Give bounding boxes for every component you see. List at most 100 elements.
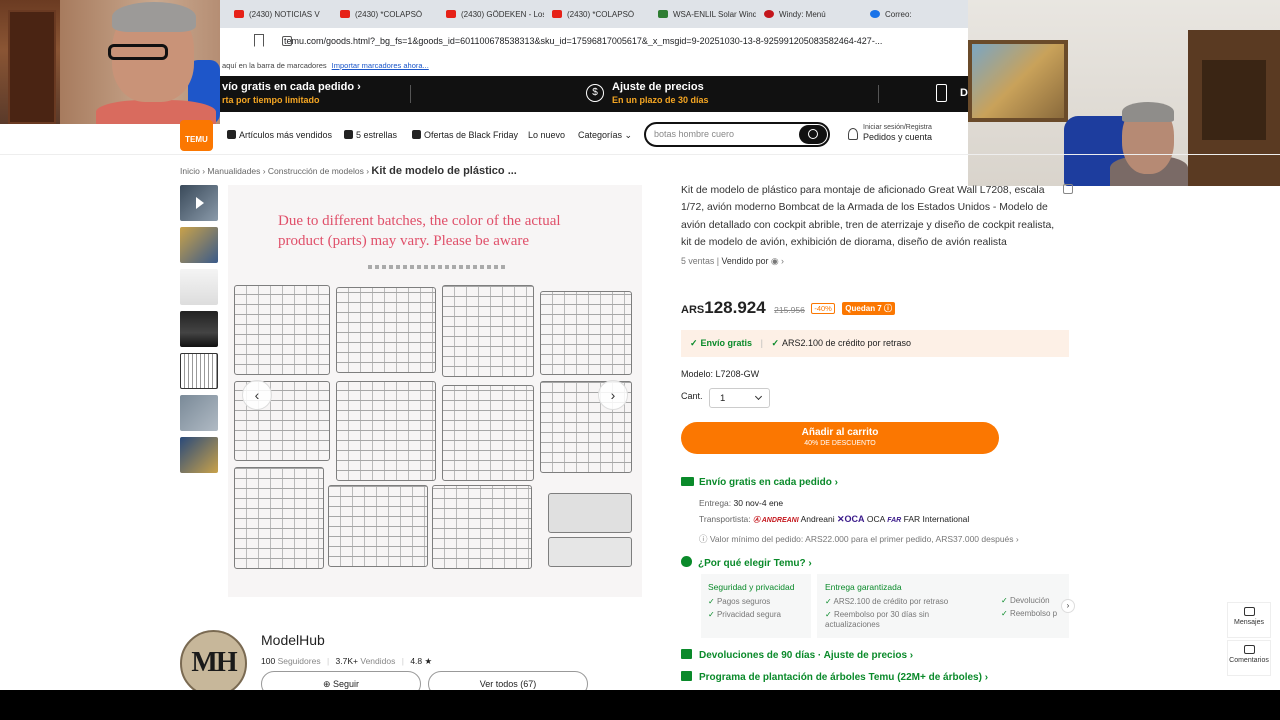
- sprue-sheet: [540, 291, 632, 375]
- browser-tab[interactable]: Windy: Menú: [758, 10, 862, 19]
- chat-icon: [1243, 607, 1255, 616]
- search-input[interactable]: botas hombre cuero: [654, 129, 734, 139]
- browser-tab[interactable]: Correo:: [864, 10, 968, 19]
- bookmarks-bar: aquí en la barra de marcadores Importar …: [220, 54, 968, 76]
- seller-rating: 4.8 ★: [410, 656, 433, 666]
- phone-icon: [936, 84, 947, 102]
- delivery-column: Entrega garantizada ARS2.100 de crédito …: [825, 582, 948, 629]
- why-temu-link[interactable]: ¿Por qué elegir Temu? ›: [681, 556, 812, 569]
- nav-categories[interactable]: Categorías ⌄: [578, 130, 632, 141]
- nav-five-stars[interactable]: 5 estrellas: [344, 130, 397, 140]
- seller-name[interactable]: ModelHub: [261, 632, 325, 648]
- model-label: Modelo: L7208-GW: [681, 369, 760, 379]
- divider: [410, 85, 411, 103]
- youtube-icon: [446, 10, 456, 18]
- thumbnail-selected[interactable]: [180, 353, 218, 389]
- info-icon: ⓘ: [883, 304, 892, 313]
- sprue-sheet: [336, 287, 436, 373]
- promo-app[interactable]: D: [960, 87, 968, 99]
- divider: [878, 85, 879, 103]
- search-box[interactable]: botas hombre cuero: [644, 122, 830, 147]
- decal-sheet: [548, 493, 632, 533]
- min-order-note[interactable]: ⓘ Valor mínimo del pedido: ARS22.000 par…: [699, 533, 1019, 545]
- breadcrumb-models[interactable]: Construcción de modelos: [268, 166, 364, 176]
- seller-link[interactable]: Vendido por: [721, 256, 768, 266]
- edit-icon: [1243, 645, 1255, 654]
- thumbs-up-icon: [227, 130, 236, 139]
- temu-logo[interactable]: TEMU: [180, 120, 213, 151]
- security-column: Seguridad y privacidad Pagos seguros Pri…: [708, 582, 794, 623]
- browser-tab[interactable]: (2430) *COLAPSÓ: [546, 10, 650, 19]
- prev-image-button[interactable]: ‹: [242, 380, 272, 410]
- trees-program-link[interactable]: Programa de plantación de árboles Temu (…: [681, 671, 988, 683]
- address-bar: temu.com/goods.html?_bg_fs=1&goods_id=60…: [220, 28, 968, 54]
- next-image-button[interactable]: ›: [598, 380, 628, 410]
- account-menu[interactable]: Iniciar sesión/Registra Pedidos y cuenta: [846, 124, 932, 142]
- price: 128.924: [704, 298, 766, 317]
- seller-avatar-icon: ◉ ›: [770, 255, 784, 266]
- browser-tab-bar: (2430) NOTICIAS V (2430) *COLAPSÓ (2430)…: [220, 0, 968, 28]
- messages-widget[interactable]: Mensajes: [1227, 602, 1271, 638]
- webcam-right: [968, 0, 1280, 186]
- screen-bottom-bar: [0, 690, 1280, 720]
- nav-black-friday[interactable]: Ofertas de Black Friday: [412, 130, 518, 140]
- thumbnail[interactable]: [180, 395, 218, 431]
- andreani-logo: Ⓐ ANDREANI: [753, 517, 799, 524]
- seller-stats: 100 Seguidores | 3.7K+ Vendidos | 4.8 ★: [261, 656, 433, 666]
- windy-icon: [764, 10, 774, 18]
- product-title: Kit de modelo de plástico para montaje d…: [681, 185, 1055, 249]
- screen: (2430) NOTICIAS V (2430) *COLAPSÓ (2430)…: [0, 0, 1280, 720]
- breadcrumb-current: Kit de modelo de plástico ...: [371, 165, 517, 177]
- divider: [0, 154, 1280, 155]
- outlook-icon: [870, 10, 880, 18]
- main-product-image[interactable]: Due to different batches, the color of t…: [228, 185, 642, 597]
- seller-avatar[interactable]: MH: [180, 630, 247, 697]
- sprue-sheet: [432, 485, 532, 569]
- free-shipping-link[interactable]: Envío gratis en cada pedido ›: [681, 477, 838, 488]
- nav-best-sellers[interactable]: Artículos más vendidos: [227, 130, 332, 140]
- add-to-cart-button[interactable]: Añadir al carrito 40% DE DESCUENTO: [681, 422, 999, 454]
- thumbnail[interactable]: [180, 437, 218, 473]
- thumbnail[interactable]: [180, 269, 218, 305]
- sprue-sheet: [234, 467, 324, 569]
- thumbnail[interactable]: [180, 311, 218, 347]
- share-icon[interactable]: [1063, 184, 1073, 194]
- promo-price-adjust[interactable]: Ajuste de precios En un plazo de 30 días: [612, 81, 709, 105]
- breadcrumb-crafts[interactable]: Manualidades: [207, 166, 260, 176]
- far-logo: FAR: [887, 517, 902, 524]
- youtube-icon: [234, 10, 244, 18]
- import-bookmarks-link[interactable]: Importar marcadores ahora...: [332, 61, 429, 70]
- shipping-banner: ✓ Envío gratis | ✓ ARS2.100 de crédito por…: [681, 330, 1069, 357]
- browser-tab[interactable]: (2430) *COLAPSÓ: [334, 10, 438, 19]
- sprue-sheet: [328, 485, 428, 567]
- star-box-icon: [344, 130, 353, 139]
- chevron-right-icon[interactable]: ›: [1061, 599, 1075, 613]
- thumbnail-video[interactable]: [180, 185, 218, 221]
- youtube-icon: [552, 10, 562, 18]
- qty-label: Cant.: [681, 391, 703, 401]
- returns-link[interactable]: Devoluciones de 90 días · Ajuste de prec…: [681, 649, 913, 661]
- promo-free-shipping[interactable]: vío gratis en cada pedido › rta por tiem…: [222, 81, 361, 105]
- comments-widget[interactable]: Comentarios: [1227, 640, 1271, 676]
- browser-tab[interactable]: WSA-ENLIL Solar Wind: [652, 10, 756, 19]
- site-header: TEMU Artículos más vendidos 5 estrellas …: [180, 118, 970, 154]
- url-field[interactable]: temu.com/goods.html?_bg_fs=1&goods_id=60…: [284, 36, 914, 46]
- check-icon: ✓: [771, 338, 779, 348]
- breadcrumb: Inicio › Manualidades › Construcción de …: [180, 165, 517, 177]
- color-variance-notice: Due to different batches, the color of t…: [278, 213, 561, 249]
- browser-tab[interactable]: (2430) GÖDEKEN - Los: [440, 10, 544, 19]
- sprue-sheet: [234, 285, 330, 375]
- delivery-estimate: Entrega: 30 nov-4 ene: [699, 498, 784, 508]
- thumbnail[interactable]: [180, 227, 218, 263]
- thumbnail-list: [180, 185, 219, 479]
- price-adjust-icon: $: [586, 84, 604, 102]
- search-icon[interactable]: [799, 125, 827, 144]
- nav-new[interactable]: Lo nuevo: [528, 130, 565, 140]
- browser-tab[interactable]: (2430) NOTICIAS V: [228, 10, 332, 19]
- breadcrumb-home[interactable]: Inicio: [180, 166, 200, 176]
- sprue-sheet: [336, 381, 436, 481]
- site-settings-icon[interactable]: [282, 36, 292, 46]
- bookmark-icon[interactable]: [254, 34, 264, 47]
- shield-check-icon: [681, 556, 692, 567]
- quantity-select[interactable]: 1: [709, 388, 770, 408]
